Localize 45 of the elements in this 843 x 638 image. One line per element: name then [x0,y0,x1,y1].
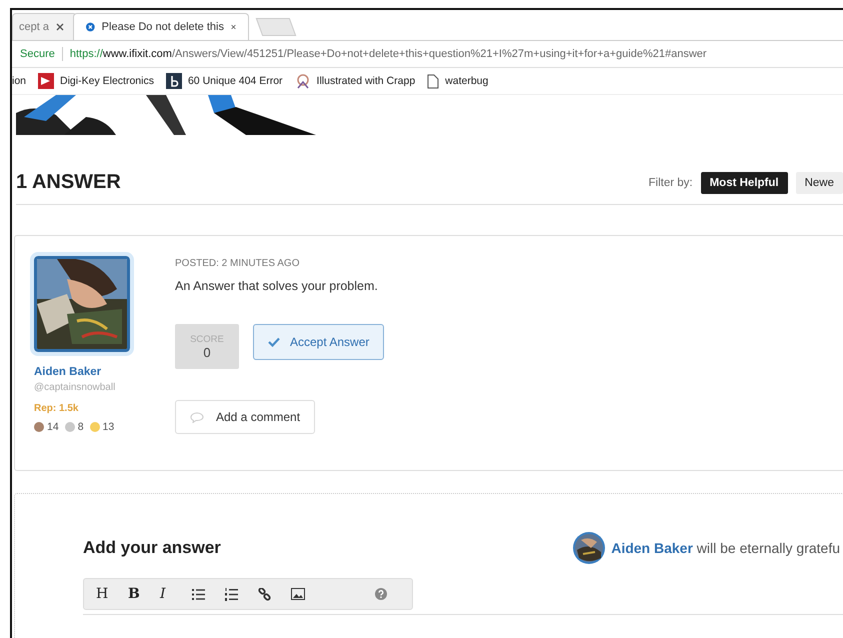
score-value: 0 [203,344,211,360]
badge-count: 8 [78,421,84,433]
secure-label: Secure [20,48,55,60]
accept-answer-button[interactable]: Accept Answer [253,324,384,360]
badge-count: 14 [47,421,59,433]
play-icon [38,73,54,89]
format-button[interactable]: H [96,586,128,602]
help-icon[interactable] [375,588,387,600]
close-icon[interactable] [230,23,236,31]
answer-text: An Answer that solves your problem. [175,279,378,293]
posted-time: POSTED: 2 MINUTES AGO [175,258,300,269]
page-icon [427,74,440,88]
badge-count: 13 [102,421,114,433]
bookmark[interactable]: Digi-Key Electronics [38,73,154,89]
format-button[interactable]: I [160,586,192,602]
answers-heading: 1 ANSWER [16,171,121,194]
image-icon[interactable] [291,588,305,600]
gratitude-text: Aiden Baker will be eternally gratefu [611,540,840,556]
bookmark[interactable]: ion [12,75,26,87]
author-link[interactable]: Aiden Baker [611,540,693,556]
author-link[interactable]: Aiden Baker [34,366,102,378]
numbered-list-icon[interactable] [225,588,238,600]
bookmark-logo-icon [166,73,182,89]
address-bar[interactable]: Secure https://www.ifixit.com/Answers/View/451251/Please+Do+not+delete+this+question%21+I%27m+using+it+for+a+guide%21#answer [12,41,843,68]
reputation: Rep: 1.5k [34,403,78,414]
bookmark[interactable]: waterbug [427,74,488,88]
add-answer-heading: Add your answer [83,538,221,558]
filter-button[interactable]: Most Helpful [700,172,788,194]
browser-tab[interactable]: cept a [12,13,77,40]
browser-tab[interactable]: Please Do not delete this [72,13,249,40]
speech-bubble-icon [190,412,204,422]
close-icon[interactable] [56,23,64,31]
add-comment-button[interactable]: Add a comment [175,400,316,434]
site-favicon-icon [86,20,95,34]
check-icon [268,337,280,347]
doodle-icon [294,73,311,89]
url-text: https://www.ifixit.com/Answers/View/451251/Please+Do+not+delete+this+question%21+I%27m+using+it+for+a+guide%21#answer [70,48,707,60]
bookmark[interactable]: Illustrated with Crapp [294,73,416,89]
filter-label: Filter by: [648,176,693,188]
author-handle: @captainsnowball [34,382,116,393]
format-button[interactable]: B [128,586,160,602]
link-icon[interactable] [258,588,271,600]
bulleted-list-icon[interactable] [192,588,205,600]
bookmark[interactable]: 60 Unique 404 Error [166,73,283,89]
filter-button[interactable]: Newe [796,172,843,194]
